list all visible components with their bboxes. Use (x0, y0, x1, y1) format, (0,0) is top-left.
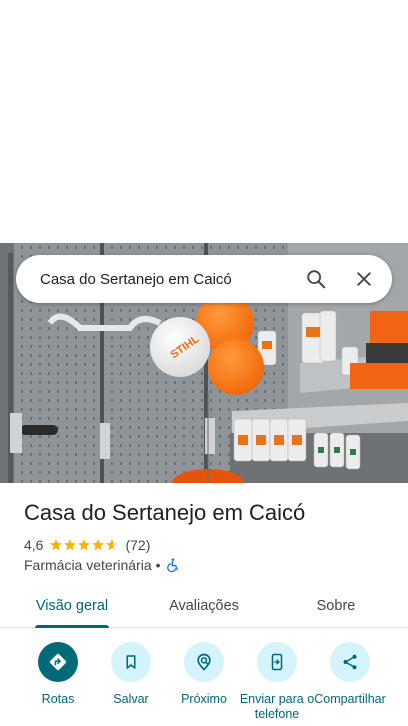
save-button[interactable]: Salvar (91, 642, 171, 707)
tab-overview[interactable]: Visão geral (22, 584, 122, 628)
close-button[interactable] (340, 255, 388, 303)
share-button[interactable]: Compartilhar (310, 642, 390, 707)
review-count[interactable]: (72) (125, 537, 150, 553)
send-to-phone-icon (271, 653, 283, 671)
send-to-phone-circle (257, 642, 297, 682)
directions-circle (38, 642, 78, 682)
nearby-icon (197, 653, 211, 671)
search-button[interactable] (292, 255, 340, 303)
close-icon (357, 272, 371, 286)
star-icon (64, 539, 77, 551)
directions-button[interactable]: Rotas (18, 642, 98, 707)
tab-about[interactable]: Sobre (286, 584, 386, 628)
action-label: Compartilhar (314, 692, 386, 706)
star-icon (92, 539, 105, 551)
active-tab-indicator (35, 625, 109, 628)
directions-icon (49, 653, 67, 671)
action-buttons: Rotas Salvar Próximo Enviar para o telef… (0, 640, 408, 726)
share-icon (343, 654, 357, 670)
place-title: Casa do Sertanejo em Caicó (24, 500, 306, 525)
map-blank-area (0, 0, 408, 243)
star-icon (106, 539, 119, 551)
tab-label: Avaliações (169, 598, 239, 614)
rating-value: 4,6 (24, 537, 44, 553)
send-to-phone-button[interactable]: Enviar para o telefone (237, 642, 317, 722)
search-icon (307, 270, 326, 289)
place-category: Farmácia veterinária (24, 557, 152, 573)
share-circle (330, 642, 370, 682)
tab-bar: Visão geral Avaliações Sobre (0, 584, 408, 628)
rating-stars (49, 538, 119, 552)
search-input[interactable]: Casa do Sertanejo em Caicó (16, 271, 292, 288)
rating-row[interactable]: 4,6 (72) (24, 536, 150, 554)
category-row: Farmácia veterinária • (24, 556, 181, 574)
action-label: Rotas (41, 692, 75, 706)
save-circle (111, 642, 151, 682)
bookmark-icon (126, 655, 136, 669)
action-label: Próximo (181, 692, 227, 706)
wheelchair-icon (166, 558, 178, 573)
tab-label: Sobre (316, 598, 356, 614)
nearby-circle (184, 642, 224, 682)
tab-label: Visão geral (35, 598, 109, 614)
separator-dot: • (155, 557, 161, 573)
tab-reviews[interactable]: Avaliações (154, 584, 254, 628)
action-label: Enviar para o telefone (239, 692, 315, 721)
nearby-button[interactable]: Próximo (164, 642, 244, 707)
star-icon (78, 539, 91, 551)
search-bar[interactable]: Casa do Sertanejo em Caicó (16, 255, 392, 303)
action-label: Salvar (113, 692, 149, 706)
star-icon (50, 539, 63, 551)
